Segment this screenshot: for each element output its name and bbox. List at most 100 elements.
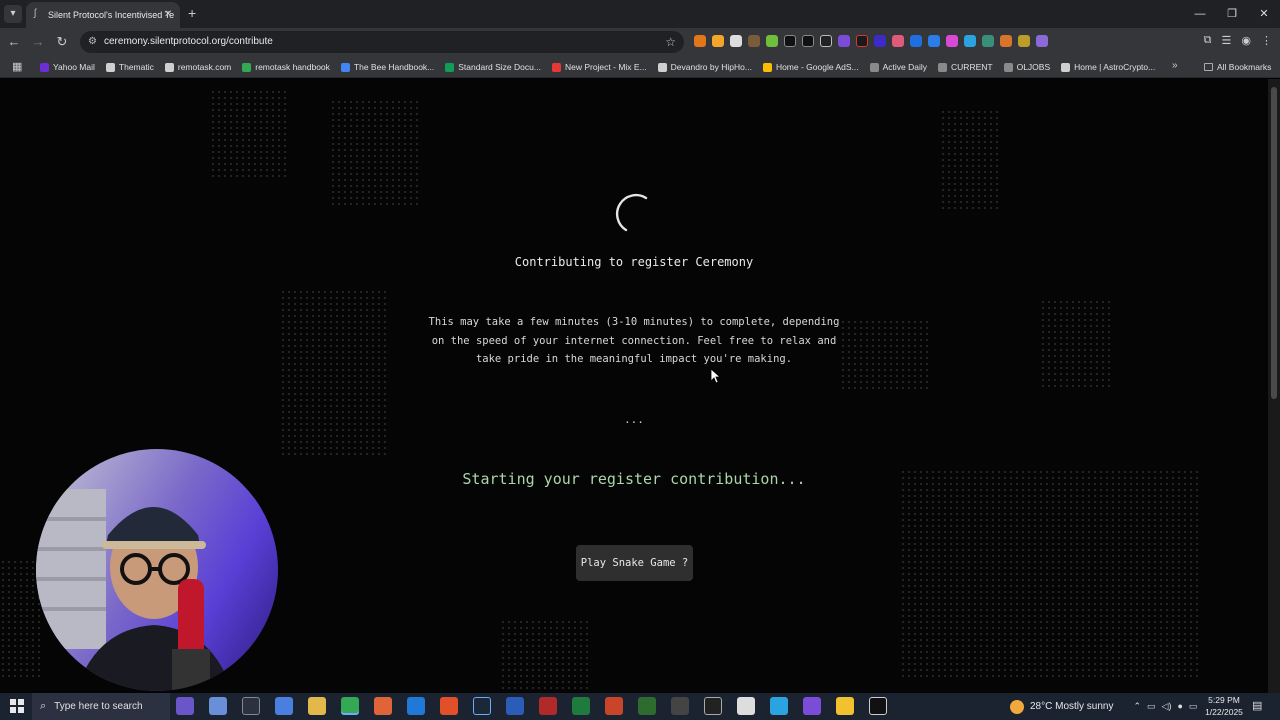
app-icon[interactable] xyxy=(671,697,689,715)
bookmark-item[interactable]: remotask handbook xyxy=(242,56,330,78)
page-description: This may take a few minutes (3-10 minute… xyxy=(428,316,840,365)
extension-icon[interactable] xyxy=(748,35,760,47)
bookmark-icon xyxy=(164,62,174,72)
all-bookmarks-label: All Bookmarks xyxy=(1217,62,1272,72)
extension-icon[interactable] xyxy=(802,35,814,47)
browser-toolbar: ← → ↻ ⚙ ceremony.silentprotocol.org/cont… xyxy=(0,28,1280,56)
reload-icon[interactable]: ↻ xyxy=(54,34,70,50)
extension-icon[interactable] xyxy=(838,35,850,47)
extensions-puzzle-icon[interactable]: ⧉ xyxy=(1204,34,1212,47)
scrollbar-thumb[interactable] xyxy=(1271,87,1277,399)
app-icon[interactable] xyxy=(803,697,821,715)
app-icon[interactable] xyxy=(704,697,722,715)
app-icon[interactable] xyxy=(176,697,194,715)
extension-icon[interactable] xyxy=(730,35,742,47)
app-icon[interactable] xyxy=(638,697,656,715)
webcam-overlay xyxy=(36,449,278,691)
all-bookmarks[interactable]: All Bookmarks xyxy=(1204,56,1271,78)
taskbar-clock[interactable]: 5:29 PM 1/22/2025 xyxy=(1200,695,1248,718)
extension-icon[interactable] xyxy=(874,35,886,47)
extension-icon[interactable] xyxy=(820,35,832,47)
extension-icon[interactable] xyxy=(946,35,958,47)
extension-icon[interactable] xyxy=(766,35,778,47)
windows-start-icon[interactable] xyxy=(10,699,24,713)
extension-icon[interactable] xyxy=(712,35,724,47)
word-icon[interactable] xyxy=(506,697,524,715)
app-icon[interactable] xyxy=(737,697,755,715)
bookmark-item[interactable]: Home | AstroCrypto... xyxy=(1061,56,1155,78)
bookmark-item[interactable]: Standard Size Docu... xyxy=(445,56,541,78)
copilot-icon[interactable] xyxy=(275,697,293,715)
bookmark-star-icon[interactable]: ☆ xyxy=(665,31,676,53)
steam-icon[interactable] xyxy=(473,697,491,715)
app-icon[interactable] xyxy=(209,697,227,715)
apps-grid-icon[interactable]: ▦ xyxy=(12,60,22,73)
excel-icon[interactable] xyxy=(572,697,590,715)
bookmark-item[interactable]: CURRENT xyxy=(938,56,993,78)
app-icon[interactable] xyxy=(374,697,392,715)
bookmark-label: remotask handbook xyxy=(255,62,330,72)
weather-text[interactable]: 28°C Mostly sunny xyxy=(1030,701,1113,712)
bookmark-item[interactable]: The Bee Handbook... xyxy=(340,56,434,78)
notifications-icon[interactable]: ▤ xyxy=(1252,699,1262,712)
extension-icon[interactable] xyxy=(982,35,994,47)
address-bar[interactable]: ⚙ ceremony.silentprotocol.org/contribute… xyxy=(80,31,684,53)
bookmark-item[interactable]: New Project - Mix E... xyxy=(551,56,647,78)
file-explorer-icon[interactable] xyxy=(308,697,326,715)
search-icon: ⌕ xyxy=(40,700,47,712)
network-icon[interactable]: ▭ xyxy=(1147,701,1156,712)
extension-icon[interactable] xyxy=(892,35,904,47)
restore-icon[interactable]: ❐ xyxy=(1216,0,1248,28)
bookmark-label: CURRENT xyxy=(951,62,993,72)
bookmark-item[interactable]: Yahoo Mail xyxy=(40,56,95,78)
extension-icon[interactable] xyxy=(784,35,796,47)
sticky-notes-icon[interactable] xyxy=(836,697,854,715)
site-info-icon[interactable]: ⚙ xyxy=(88,35,102,49)
tab-search-icon[interactable]: ▾ xyxy=(4,5,22,23)
extension-icon[interactable] xyxy=(1018,35,1030,47)
brave-icon[interactable] xyxy=(440,697,458,715)
display-icon[interactable]: ▭ xyxy=(1189,701,1198,712)
powerpoint-icon[interactable] xyxy=(605,697,623,715)
forward-icon[interactable]: → xyxy=(30,34,46,50)
close-window-icon[interactable]: ✕ xyxy=(1248,0,1280,28)
play-snake-game-button[interactable]: Play Snake Game ? xyxy=(576,545,693,581)
bookmark-item[interactable]: Home - Google AdS... xyxy=(762,56,859,78)
app-icon[interactable] xyxy=(869,697,887,715)
bookmark-item[interactable]: OLJOBS xyxy=(1003,56,1050,78)
bookmark-item[interactable]: Devandro by HipHo... xyxy=(657,56,752,78)
minimize-icon[interactable]: — xyxy=(1184,0,1216,28)
extension-icon[interactable] xyxy=(1000,35,1012,47)
extension-icon[interactable] xyxy=(1036,35,1048,47)
tab-close-icon[interactable]: ✕ xyxy=(164,2,176,28)
weather-icon[interactable] xyxy=(1010,699,1024,714)
chrome-icon[interactable] xyxy=(341,697,359,715)
extension-icon[interactable] xyxy=(928,35,940,47)
bookmark-item[interactable]: remotask.com xyxy=(164,56,231,78)
chevron-up-icon[interactable]: ⌃ xyxy=(1133,701,1141,712)
telegram-icon[interactable] xyxy=(770,697,788,715)
access-icon[interactable] xyxy=(539,697,557,715)
system-tray: 28°C Mostly sunny ⌃ ▭ ◁) ● ▭ xyxy=(1010,693,1197,720)
task-view-icon[interactable] xyxy=(242,697,260,715)
browser-tab[interactable]: ʃ Silent Protocol's Incentivised Te ✕ xyxy=(26,2,180,28)
bookmark-label: Standard Size Docu... xyxy=(458,62,541,72)
extension-icon[interactable] xyxy=(964,35,976,47)
extension-icon[interactable] xyxy=(856,35,868,47)
microphone-icon[interactable]: ● xyxy=(1177,701,1182,712)
page-scrollbar[interactable] xyxy=(1268,79,1280,693)
extension-icon[interactable] xyxy=(910,35,922,47)
side-panel-icon[interactable]: ☰ xyxy=(1222,34,1232,47)
profile-avatar-icon[interactable]: ◉ xyxy=(1241,34,1251,47)
back-icon[interactable]: ← xyxy=(6,34,22,50)
bookmark-label: Thematic xyxy=(118,62,154,72)
metamask-extension-icon[interactable] xyxy=(694,35,706,47)
menu-kebab-icon[interactable]: ⋮ xyxy=(1261,34,1272,47)
volume-icon[interactable]: ◁) xyxy=(1162,701,1172,712)
bookmark-item[interactable]: Thematic xyxy=(105,56,154,78)
more-bookmarks-icon[interactable]: » xyxy=(1172,60,1178,71)
edge-icon[interactable] xyxy=(407,697,425,715)
bookmark-item[interactable]: Active Daily xyxy=(869,56,927,78)
taskbar-search[interactable]: ⌕ Type here to search xyxy=(32,693,170,720)
new-tab-icon[interactable]: + xyxy=(188,5,196,21)
